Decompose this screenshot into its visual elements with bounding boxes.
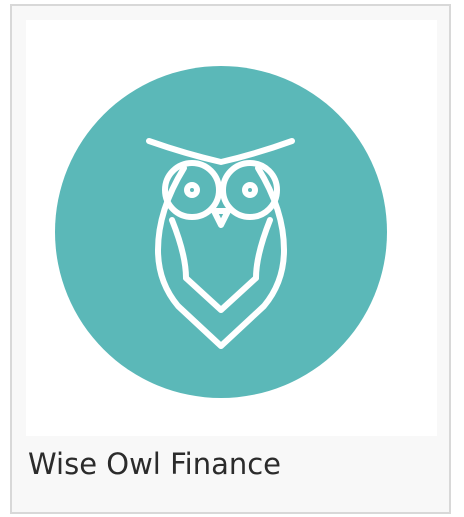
company-card[interactable]: Wise Owl Finance	[10, 4, 451, 514]
card-title: Wise Owl Finance	[28, 447, 282, 481]
logo-panel	[26, 20, 437, 436]
owl-logo-icon	[55, 66, 387, 398]
